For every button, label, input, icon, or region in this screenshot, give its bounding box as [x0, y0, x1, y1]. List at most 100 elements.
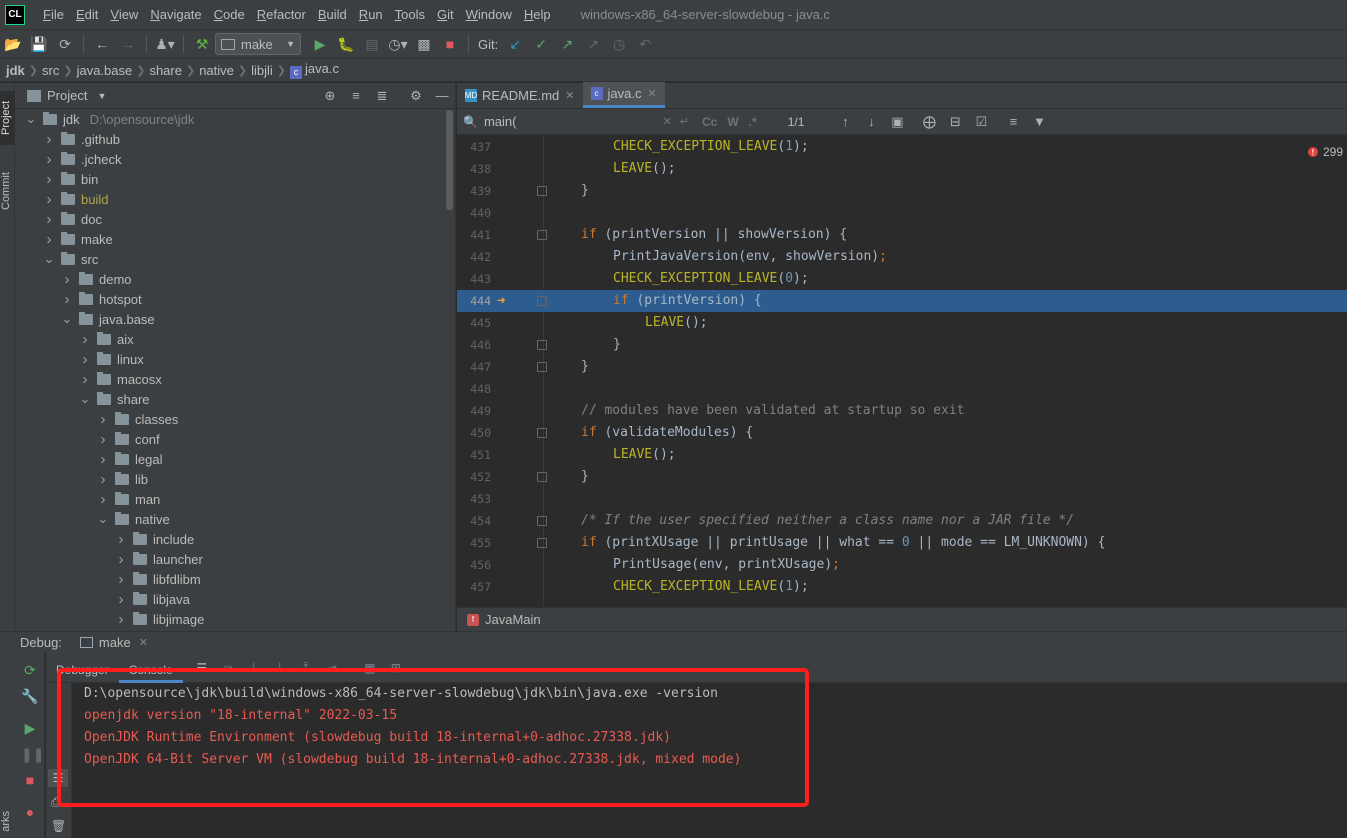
gear-icon[interactable]: ⚙ [403, 88, 429, 104]
code-line[interactable]: 451 LEAVE(); [457, 444, 1347, 466]
code-line[interactable]: 446} [457, 334, 1347, 356]
code-line[interactable]: 437 CHECK_EXCEPTION_LEAVE(1); [457, 136, 1347, 158]
chevron-down-icon[interactable]: ⌄ [43, 251, 55, 267]
tree-item[interactable]: › demo [15, 269, 455, 289]
chevron-right-icon[interactable]: › [43, 191, 55, 208]
locate-icon[interactable]: ⊕ [317, 88, 343, 104]
open-in-window-icon[interactable]: ≡ [1000, 114, 1026, 129]
debug-bug-icon[interactable]: 🐛 [335, 33, 357, 55]
chevron-right-icon[interactable]: › [97, 431, 109, 448]
match-case-toggle[interactable]: Cc [702, 115, 717, 129]
code-line[interactable]: 441 if (printVersion || showVersion) { [457, 224, 1347, 246]
code-line[interactable]: 448 [457, 378, 1347, 400]
tree-item[interactable]: › hotspot [15, 289, 455, 309]
tree-item[interactable]: ⌄ share [15, 389, 455, 409]
menu-git[interactable]: Git [431, 7, 460, 22]
fold-marker-icon[interactable] [537, 538, 547, 548]
chevron-right-icon[interactable]: › [97, 491, 109, 508]
select-all-occurrences-icon[interactable]: ▣ [884, 114, 910, 130]
chevron-right-icon[interactable]: › [43, 211, 55, 228]
view-breakpoints-icon[interactable]: ● [21, 803, 39, 821]
menu-build[interactable]: Build [312, 7, 353, 22]
fold-marker-icon[interactable] [537, 428, 547, 438]
fold-marker-icon[interactable] [537, 340, 547, 350]
tree-item[interactable]: › bin [15, 169, 455, 189]
chevron-right-icon[interactable]: › [115, 571, 127, 588]
tree-item[interactable]: ⌄ src [15, 249, 455, 269]
tree-item[interactable]: › conf [15, 429, 455, 449]
stop-icon[interactable]: ■ [439, 33, 461, 55]
chevron-down-icon[interactable]: ⌄ [97, 511, 109, 527]
open-folder-icon[interactable]: 📂 [2, 33, 24, 55]
tree-item[interactable]: › libjimage [15, 609, 455, 629]
user-profile-icon[interactable]: ♟▾ [154, 33, 176, 55]
collapse-all-icon[interactable]: ≣ [369, 88, 395, 104]
tree-item[interactable]: › classes [15, 409, 455, 429]
menu-tools[interactable]: Tools [389, 7, 431, 22]
menu-help[interactable]: Help [518, 7, 557, 22]
menu-refactor[interactable]: Refactor [251, 7, 312, 22]
save-all-icon[interactable]: 💾 [28, 33, 50, 55]
fold-marker-icon[interactable] [537, 230, 547, 240]
tree-item[interactable]: › build [15, 189, 455, 209]
chevron-right-icon[interactable]: › [97, 451, 109, 468]
chevron-right-icon[interactable]: › [79, 371, 91, 388]
chevron-right-icon[interactable]: › [43, 151, 55, 168]
chevron-down-icon[interactable]: ⌄ [25, 111, 37, 127]
tree-item[interactable]: ⌄ native [15, 509, 455, 529]
chevron-right-icon[interactable]: › [97, 471, 109, 488]
sync-icon[interactable]: ⟳ [54, 33, 76, 55]
chevron-right-icon[interactable]: › [43, 171, 55, 188]
code-line[interactable]: 447} [457, 356, 1347, 378]
expand-all-icon[interactable]: ≡ [343, 88, 369, 104]
resume-icon[interactable]: ▶ [21, 719, 39, 737]
whole-words-toggle[interactable]: W [727, 115, 738, 129]
chevron-right-icon[interactable]: › [43, 231, 55, 248]
chevron-right-icon[interactable]: › [115, 591, 127, 608]
tree-item[interactable]: › man [15, 489, 455, 509]
code-line[interactable]: 457 CHECK_EXCEPTION_LEAVE(1); [457, 576, 1347, 598]
code-line[interactable]: 456 PrintUsage(env, printXUsage); [457, 554, 1347, 576]
tree-item[interactable]: ⌄ jdk D:\opensource\jdk [15, 109, 455, 129]
breadcrumb-item[interactable]: native [195, 63, 238, 78]
tree-item[interactable]: ⌄ java.base [15, 309, 455, 329]
breadcrumb-item[interactable]: jdk [0, 63, 29, 78]
code-line[interactable]: 440 [457, 202, 1347, 224]
code-line[interactable]: 455 if (printXUsage || printUsage || what… [457, 532, 1347, 554]
rerun-icon[interactable]: ⟳ [21, 661, 39, 679]
menu-view[interactable]: View [104, 7, 144, 22]
code-line[interactable]: 453 [457, 488, 1347, 510]
chevron-down-icon[interactable]: ⌄ [79, 391, 91, 407]
tree-item[interactable]: › aix [15, 329, 455, 349]
menu-run[interactable]: Run [353, 7, 389, 22]
next-occurrence-icon[interactable]: ↓ [858, 114, 884, 129]
menu-window[interactable]: Window [460, 7, 518, 22]
close-icon[interactable]: ✕ [565, 89, 574, 102]
tab-commit[interactable]: Commit [0, 163, 15, 219]
chevron-right-icon[interactable]: › [61, 271, 73, 288]
trash-icon[interactable]: 🗑 [51, 819, 66, 833]
fold-marker-icon[interactable] [537, 186, 547, 196]
attach-icon[interactable]: ▩ [413, 33, 435, 55]
settings-wrench-icon[interactable]: 🔧 [21, 687, 39, 705]
menu-code[interactable]: Code [208, 7, 251, 22]
code-line[interactable]: 449 // modules have been validated at sta… [457, 400, 1347, 422]
close-icon[interactable]: ✕ [647, 87, 656, 100]
code-editor[interactable]: 437 CHECK_EXCEPTION_LEAVE(1); 438 LEAVE(); 4… [457, 136, 1347, 606]
breadcrumb-item[interactable]: libjli [247, 63, 277, 78]
chevron-right-icon[interactable]: › [97, 411, 109, 428]
code-line[interactable]: 452} [457, 466, 1347, 488]
code-line[interactable]: 438 LEAVE(); [457, 158, 1347, 180]
tree-item[interactable]: › .github [15, 129, 455, 149]
build-hammer-icon[interactable]: ⚒ [191, 33, 213, 55]
hide-icon[interactable]: — [429, 88, 455, 104]
run-configuration-select[interactable]: make ▼ [215, 33, 301, 55]
code-line[interactable]: 444 ➜ if (printVersion) { [457, 290, 1347, 312]
regex-toggle[interactable]: .* [749, 115, 757, 129]
tree-scrollbar[interactable] [446, 110, 453, 210]
code-line[interactable]: 439} [457, 180, 1347, 202]
breadcrumb-item[interactable]: share [145, 63, 186, 78]
select-occurrences-icon[interactable]: ☑ [968, 114, 994, 130]
tree-item[interactable]: › .jcheck [15, 149, 455, 169]
back-arrow-icon[interactable]: ← [91, 33, 113, 55]
